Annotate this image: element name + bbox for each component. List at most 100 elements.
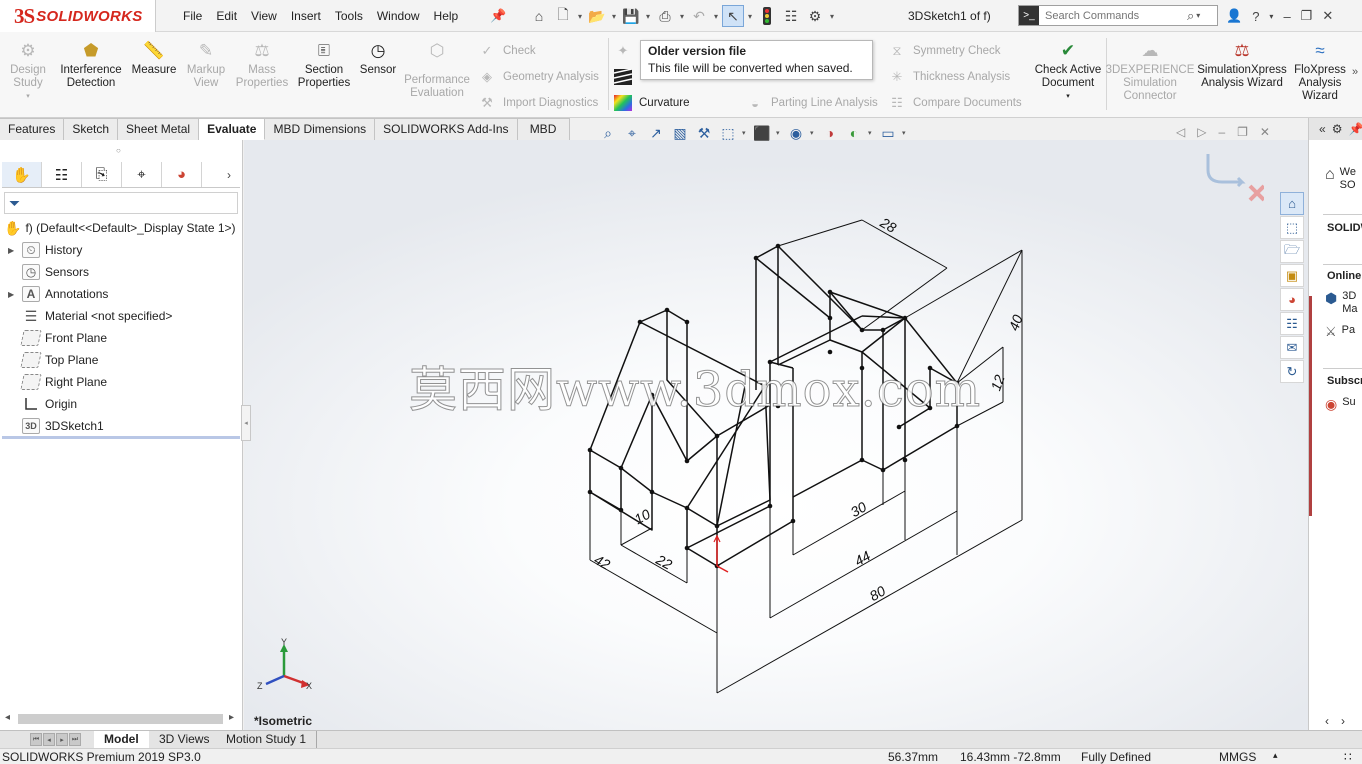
tree-item-material[interactable]: ☰ Material <not specified> [8, 307, 173, 325]
view-orientation-icon[interactable]: ⬚ [718, 123, 738, 143]
minimize-window-icon[interactable]: – [1283, 9, 1290, 24]
menu-view[interactable]: View [244, 0, 284, 32]
dimension-label[interactable]: 42 [592, 551, 613, 573]
scroll-right-arrow-icon[interactable]: ▸ [229, 712, 234, 723]
dimension-label[interactable]: 10 [632, 506, 653, 528]
select-dropdown-icon[interactable]: ▾ [746, 12, 754, 21]
hide-show-dropdown-icon[interactable]: ▾ [810, 129, 816, 137]
open-dropdown-icon[interactable]: ▾ [610, 12, 618, 21]
3d-sketch-drawing[interactable]: 28 40 12 10 42 22 30 44 80 [244, 140, 1308, 730]
tab-sheet-metal[interactable]: Sheet Metal [118, 118, 200, 140]
view-settings-dropdown-icon[interactable]: ▾ [902, 129, 908, 137]
dimension-label[interactable]: 80 [867, 582, 889, 604]
custom-properties-icon[interactable]: ☷ [1280, 312, 1304, 335]
tab-mbd[interactable]: MBD [517, 118, 570, 140]
tree-item-origin[interactable]: Origin [8, 395, 77, 413]
user-account-icon[interactable]: 👤 [1226, 8, 1242, 24]
dimxpertmanager-icon[interactable]: ⌖ [122, 162, 162, 187]
undo-icon[interactable]: ↶ [688, 5, 710, 27]
file-properties-icon[interactable]: ☷ [780, 5, 802, 27]
display-style-dropdown-icon[interactable]: ▾ [776, 129, 782, 137]
zebra-stripes-button[interactable] [614, 68, 639, 86]
displaymanager-icon[interactable]: ◕ [162, 162, 202, 187]
geometry-analysis-button[interactable]: ◈ Geometry Analysis [478, 68, 599, 86]
expand-arrow-icon[interactable]: ▶ [8, 290, 22, 299]
solidworks-logo[interactable]: 3S SOLIDWORKS [0, 0, 156, 32]
view-settings-monitor-icon[interactable]: ▭ [878, 123, 898, 143]
scroll-thumb[interactable] [18, 714, 223, 724]
tree-item-3dsketch1[interactable]: 3D 3DSketch1 [8, 417, 104, 435]
tab-motion-study-1[interactable]: Motion Study 1 [216, 731, 318, 748]
search-dropdown-icon[interactable]: ▾ [1196, 11, 1200, 20]
tree-root-part[interactable]: ✋ f) (Default<<Default>_Display State 1>… [4, 219, 236, 237]
new-document-icon[interactable]: 🗋 [552, 5, 574, 27]
appearances-scenes-icon[interactable]: ◕ [1280, 288, 1304, 311]
tree-item-top-plane[interactable]: Top Plane [8, 351, 98, 369]
search-type-icon[interactable]: >_ [1019, 6, 1039, 25]
unit-system-dropdown-icon[interactable]: ▴ [1273, 750, 1278, 761]
undo-dropdown-icon[interactable]: ▾ [712, 12, 720, 21]
home-icon[interactable]: ⌂ [528, 5, 550, 27]
section-view-icon[interactable]: ▧ [670, 123, 690, 143]
task-pane-forward-icon[interactable]: › [1341, 714, 1345, 728]
check-active-document-button[interactable]: ✔ Check Active Document ▾ [1032, 38, 1104, 103]
tree-filter-field[interactable]: ⏷ [4, 192, 238, 214]
mass-properties-button[interactable]: ⚖ Mass Properties [234, 38, 290, 90]
select-cursor-icon[interactable]: ↖ [722, 5, 744, 27]
last-tab-icon[interactable]: ⏭ [69, 733, 81, 746]
interference-detection-button[interactable]: ⬟ Interference Detection [58, 38, 124, 90]
zoom-to-fit-icon[interactable]: ⌕ [598, 123, 618, 143]
menu-window[interactable]: Window [370, 0, 427, 32]
panel-splitter-handle[interactable]: ◂ [241, 405, 251, 441]
help-question-icon[interactable]: ? [1252, 9, 1259, 24]
panel-grip-icon[interactable]: ○ [116, 146, 121, 155]
parting-line-analysis-button[interactable]: ◒ Parting Line Analysis [746, 94, 878, 112]
graphics-area[interactable]: 28 40 12 10 42 22 30 44 80 莫西网www.3dmox.… [244, 140, 1308, 730]
draft-analysis-button[interactable]: ✦ [614, 42, 639, 60]
section-properties-button[interactable]: 🗉 Section Properties [294, 38, 354, 90]
configurationmanager-icon[interactable]: ⎘ [82, 162, 122, 187]
dimension-label[interactable]: 44 [852, 547, 874, 569]
performance-evaluation-button[interactable]: ⬡ Performance Evaluation [402, 38, 472, 100]
tree-item-front-plane[interactable]: Front Plane [8, 329, 107, 347]
simulationxpress-button[interactable]: ⚖ SimulationXpress Analysis Wizard [1196, 38, 1288, 90]
tree-item-history[interactable]: ▶ ⏲ History [8, 241, 82, 259]
restore-window-icon[interactable]: ❐ [1301, 8, 1313, 24]
task-pane-scroll-indicator[interactable] [1309, 296, 1312, 516]
symmetry-check-button[interactable]: ⧖ Symmetry Check [888, 42, 1000, 60]
dynamic-annotation-icon[interactable]: ⚒ [694, 123, 714, 143]
print-dropdown-icon[interactable]: ▾ [678, 12, 686, 21]
expand-arrow-icon[interactable]: ▶ [8, 246, 22, 255]
featuremanager-tree-icon[interactable]: ✋ [2, 162, 42, 187]
previous-tab-icon[interactable]: ◂ [43, 733, 55, 746]
view-palette-icon[interactable]: ▣ [1280, 264, 1304, 287]
design-library-icon[interactable]: ⬚ [1280, 216, 1304, 239]
online-item-partner[interactable]: ⚔ Pa [1325, 324, 1355, 340]
thickness-analysis-button[interactable]: ✳ Thickness Analysis [888, 68, 1011, 86]
search-commands-input[interactable] [1039, 9, 1187, 22]
save-dropdown-icon[interactable]: ▾ [644, 12, 652, 21]
more-commands-chevron-icon[interactable]: » [1352, 66, 1358, 78]
save-icon[interactable]: 💾 [620, 5, 642, 27]
tree-item-right-plane[interactable]: Right Plane [8, 373, 107, 391]
tab-model[interactable]: Model [94, 731, 150, 748]
print-icon[interactable]: ⎙ [654, 5, 676, 27]
help-dropdown-icon[interactable]: ▾ [1269, 12, 1273, 21]
propertymanager-icon[interactable]: ☷ [42, 162, 82, 187]
menu-insert[interactable]: Insert [284, 0, 328, 32]
edit-appearance-icon[interactable]: ◑ [820, 123, 840, 143]
tab-mbd-dimensions[interactable]: MBD Dimensions [265, 118, 376, 140]
task-pane-options-gear-icon[interactable]: ⚙ [1332, 122, 1343, 136]
menu-edit[interactable]: Edit [209, 0, 244, 32]
pin-menu-icon[interactable]: 📌 [490, 8, 506, 24]
search-commands-box[interactable]: >_ ⌕ ▾ [1018, 5, 1218, 26]
tab-solidworks-add-ins[interactable]: SOLIDWORKS Add-Ins [375, 118, 518, 140]
viewport-close-icon[interactable]: ✕ [1260, 125, 1270, 139]
zoom-to-area-icon[interactable]: ⌖ [622, 123, 642, 143]
3dexperience-simulation-connector-button[interactable]: ☁ 3DEXPERIENCE Simulation Connector [1106, 38, 1195, 103]
file-explorer-icon[interactable]: 🗁 [1280, 240, 1304, 263]
dimension-label[interactable]: 30 [848, 498, 870, 520]
dimension-label[interactable]: 40 [1005, 312, 1025, 332]
tab-sketch[interactable]: Sketch [64, 118, 119, 140]
dimension-label[interactable]: 22 [653, 551, 675, 573]
